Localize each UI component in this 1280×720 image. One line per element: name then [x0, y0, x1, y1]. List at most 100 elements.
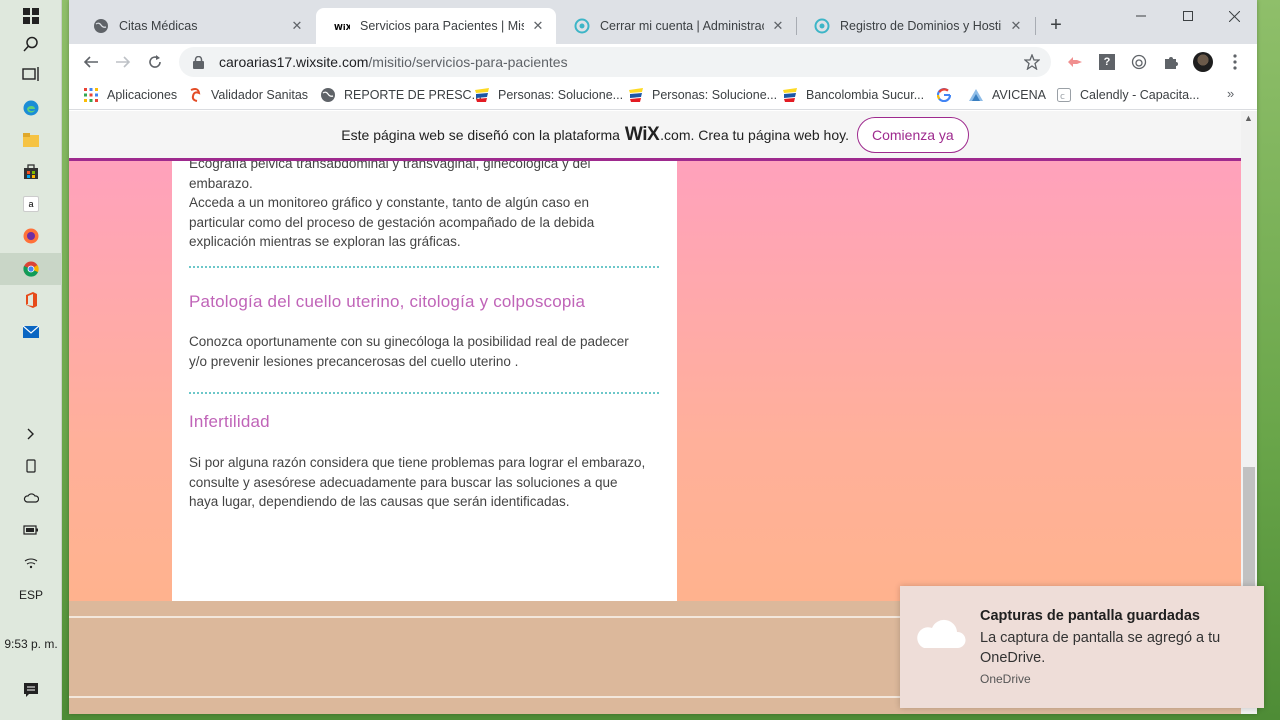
- services-content-card: Ecografía pélvica transabdominal y trans…: [172, 156, 677, 601]
- task-view-button[interactable]: [0, 58, 62, 90]
- phone-link-icon: [26, 459, 36, 473]
- reload-button[interactable]: [143, 50, 167, 74]
- bookmarks-overflow-button[interactable]: »: [1227, 86, 1234, 101]
- maximize-icon: [1183, 11, 1193, 21]
- reload-icon: [149, 55, 161, 68]
- tab-servicios-para-pacientes[interactable]: WiX Servicios para Pacientes | Misitio ✕: [316, 8, 556, 44]
- back-button[interactable]: [79, 50, 103, 74]
- tab-registro-de-dominios[interactable]: Registro de Dominios y Hosting ✕: [796, 8, 1034, 44]
- section-title-infertilidad: Infertilidad: [189, 412, 270, 431]
- taskbar-app-office[interactable]: [0, 284, 62, 316]
- onedrive-cloud-icon: [914, 616, 966, 655]
- scrollbar-thumb[interactable]: [1243, 467, 1255, 587]
- extension-cast-button[interactable]: [1129, 52, 1149, 72]
- bookmark-label: Personas: Solucione...: [498, 88, 624, 102]
- tray-battery-button[interactable]: [0, 514, 62, 546]
- scroll-up-arrow-icon[interactable]: ▲: [1244, 113, 1253, 123]
- text-line: Conozca oportunamente con su ginecóloga …: [189, 334, 629, 349]
- section-description-patologia: Conozca oportunamente con su ginecóloga …: [189, 332, 669, 371]
- bookmarks-bar: Aplicaciones Validador Sanitas REPORTE D…: [69, 80, 1257, 110]
- office-icon: [26, 292, 37, 308]
- globe-icon: [93, 18, 109, 34]
- section-divider: [189, 266, 659, 268]
- store-icon: [24, 164, 38, 179]
- bookmark-reporte-de-presc[interactable]: REPORTE DE PRESC...: [320, 85, 482, 105]
- search-button[interactable]: [0, 28, 62, 60]
- toast-title: Capturas de pantalla guardadas: [980, 608, 1200, 624]
- text-line: Acceda a un monitoreo gráfico y constant…: [189, 195, 590, 210]
- section-title-patologia: Patología del cuello uterino, citología …: [189, 292, 586, 311]
- onedrive-notification-toast[interactable]: Capturas de pantalla guardadas La captur…: [900, 586, 1264, 708]
- tab-title: Registro de Dominios y Hosting: [840, 19, 1002, 33]
- taskbar-app-amazon[interactable]: a: [0, 188, 62, 220]
- bookmark-personas-soluciones-1[interactable]: Personas: Solucione...: [474, 85, 623, 105]
- tray-phone-button[interactable]: [0, 450, 62, 482]
- bookmark-aplicaciones[interactable]: Aplicaciones: [83, 85, 177, 105]
- bookmark-personas-soluciones-2[interactable]: Personas: Solucione...: [628, 85, 777, 105]
- lock-icon[interactable]: [191, 55, 205, 69]
- bookmark-label: Personas: Solucione...: [652, 88, 778, 102]
- section-description-infertilidad: Si por alguna razón considera que tiene …: [189, 453, 669, 512]
- forward-button[interactable]: [111, 50, 135, 74]
- edge-icon: [23, 100, 39, 116]
- close-icon[interactable]: ✕: [1008, 18, 1024, 34]
- text-line: y/o prevenir lesiones precancerosas del …: [189, 353, 519, 369]
- sanitas-icon: [187, 87, 203, 103]
- text-line: explicación mientras se exploran las grá…: [189, 234, 461, 249]
- new-tab-button[interactable]: +: [1045, 14, 1067, 36]
- tab-cerrar-mi-cuenta[interactable]: Cerrar mi cuenta | Administración ✕: [556, 8, 796, 44]
- close-window-button[interactable]: [1211, 0, 1257, 32]
- headset-icon: [1131, 54, 1147, 70]
- close-icon[interactable]: ✕: [289, 18, 305, 34]
- action-center-button[interactable]: [0, 674, 62, 706]
- close-icon: [1228, 10, 1240, 22]
- taskbar-app-edge[interactable]: [0, 92, 62, 124]
- taskbar-app-store[interactable]: [0, 156, 62, 188]
- chrome-menu-button[interactable]: [1225, 52, 1245, 72]
- input-language-indicator[interactable]: ESP: [0, 588, 62, 602]
- bookmark-google[interactable]: [936, 85, 952, 105]
- bookmark-calendly[interactable]: c Calendly - Capacita...: [1056, 85, 1200, 105]
- amazon-icon: a: [23, 196, 39, 212]
- tray-wifi-button[interactable]: [0, 546, 62, 578]
- forward-arrow-icon: [116, 56, 131, 68]
- comienza-ya-button[interactable]: Comienza ya: [856, 116, 969, 153]
- address-bar[interactable]: caroarias17.wixsite.com/misitio/servicio…: [179, 47, 1051, 77]
- taskbar-app-file-explorer[interactable]: [0, 124, 62, 156]
- bookmark-label: REPORTE DE PRESC...: [344, 88, 482, 102]
- question-mark-icon: ?: [1099, 54, 1115, 70]
- extensions-menu-button[interactable]: [1161, 52, 1181, 72]
- avatar: [1193, 52, 1213, 72]
- wix-favicon-icon: WiX: [334, 18, 350, 34]
- extension-help-button[interactable]: ?: [1097, 52, 1117, 72]
- calendly-icon: c: [1056, 87, 1072, 103]
- tray-onedrive-button[interactable]: [0, 482, 62, 514]
- show-more-button[interactable]: [0, 418, 62, 450]
- bookmark-star-button[interactable]: [1023, 53, 1041, 71]
- bookmark-avicena[interactable]: AVICENA: [968, 85, 1046, 105]
- apps-grid-icon: [83, 87, 99, 103]
- extension-button[interactable]: [1065, 52, 1085, 72]
- taskbar-app-firefox[interactable]: [0, 220, 62, 252]
- tab-strip: Citas Médicas ✕ WiX Servicios para Pacie…: [69, 0, 1257, 44]
- taskbar-app-mail[interactable]: [0, 316, 62, 348]
- windows-taskbar: a ESP 9:53 p. m.: [0, 0, 62, 720]
- close-icon[interactable]: ✕: [530, 18, 546, 34]
- taskbar-clock[interactable]: 9:53 p. m.: [0, 637, 62, 651]
- minimize-icon: [1136, 15, 1146, 17]
- section-divider: [189, 392, 659, 394]
- svg-text:WiX: WiX: [334, 23, 350, 31]
- google-icon: [936, 87, 952, 103]
- taskbar-app-chrome[interactable]: [0, 253, 62, 285]
- back-arrow-icon: [83, 56, 98, 68]
- mail-icon: [23, 325, 39, 338]
- bookmark-label: AVICENA: [992, 88, 1046, 102]
- bookmark-bancolombia-sucursal[interactable]: Bancolombia Sucur...: [782, 85, 924, 105]
- tab-citas-medicas[interactable]: Citas Médicas ✕: [75, 8, 315, 44]
- bookmark-validador-sanitas[interactable]: Validador Sanitas: [187, 85, 308, 105]
- tab-title: Citas Médicas: [119, 19, 198, 33]
- profile-button[interactable]: [1193, 52, 1213, 72]
- maximize-button[interactable]: [1165, 0, 1211, 32]
- close-icon[interactable]: ✕: [770, 18, 786, 34]
- minimize-button[interactable]: [1118, 0, 1164, 32]
